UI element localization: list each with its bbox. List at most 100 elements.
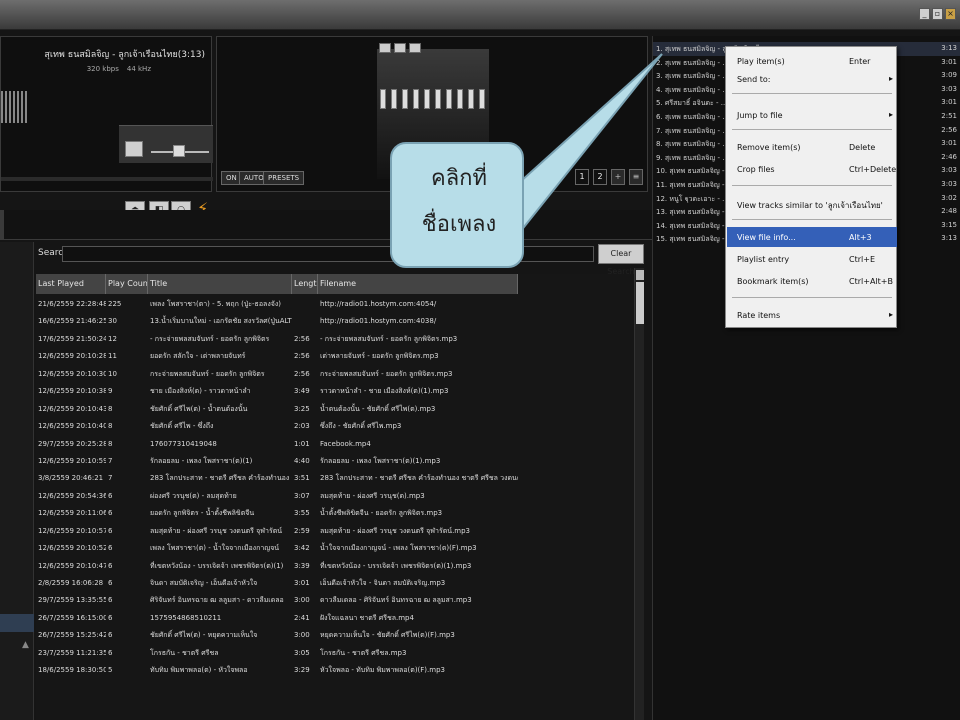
layout-add-icon[interactable]: + — [611, 169, 625, 185]
table-cell: 12/6/2559 20:11:06 — [38, 509, 106, 518]
table-row[interactable]: 12/6/2559 20:10:28 11 ยอดรัก สลักใจ - เต่า… — [36, 348, 638, 365]
table-cell: 2:41 — [294, 613, 310, 622]
table-cell: 4:40 — [294, 456, 310, 465]
table-row[interactable]: 12/6/2559 20:10:52 6 เพลง โพสราชา(ต) - น้ำ… — [36, 540, 638, 557]
table-row[interactable]: 12/6/2559 20:10:57 6 ลมสุดท้าย - ผ่องศรี ว… — [36, 523, 638, 540]
minimize-icon[interactable]: _ — [919, 8, 930, 20]
layout-list-icon[interactable]: ≡ — [629, 169, 643, 185]
table-cell: 16/6/2559 21:46:25 — [38, 317, 106, 326]
title-bar[interactable]: _ ▫ × — [0, 0, 960, 30]
menu-item-crop[interactable]: Crop files Ctrl+Delete — [727, 159, 897, 179]
table-cell: หัวใจพลอ - ทับทิม พิมพาพลอ(ต)(F).mp3 — [320, 666, 445, 675]
table-row[interactable]: 12/6/2559 20:10:38 9 ชาย เมืองสิงห์(ต) - ร… — [36, 383, 638, 400]
eq-band-slider[interactable] — [402, 89, 408, 109]
table-cell: 26/7/2559 16:15:00 — [38, 613, 106, 622]
playlist-item-title: 10. สุเทพ ธนสมิลจิญ - ... — [656, 167, 734, 176]
table-row[interactable]: 12/6/2559 20:10:40 8 ชัยศักดิ์ ศรีไพ - ซึ่… — [36, 418, 638, 435]
menu-item-label: Play item(s) — [737, 57, 785, 66]
col-length[interactable]: Length — [292, 274, 318, 294]
eq-band-slider[interactable] — [380, 89, 386, 109]
table-row[interactable]: 21/6/2559 22:28:48 225 เพลง โพสราชา(ตา) - … — [36, 296, 638, 313]
eq-band-slider[interactable] — [435, 89, 441, 109]
table-cell: เอ็นดีอเจ้าหัวใจ - จินดา สมบัติเจริญ.mp3 — [320, 579, 446, 587]
tree-selected-item[interactable] — [0, 614, 34, 632]
playlist-item-time: 3:02 — [941, 193, 957, 202]
eq-band-slider[interactable] — [391, 89, 397, 109]
menu-item-label: Crop files — [737, 165, 775, 174]
col-title[interactable]: Title — [148, 274, 292, 294]
table-cell: 6 — [108, 509, 113, 518]
close-icon[interactable]: × — [945, 8, 956, 20]
menu-item-view-file-info[interactable]: View file info... Alt+3 — [727, 227, 897, 247]
playlist-item-time: 3:09 — [941, 71, 957, 80]
eq-band-slider[interactable] — [479, 89, 485, 109]
eq-band-slider[interactable] — [468, 89, 474, 109]
table-row[interactable]: 3/8/2559 20:46:21 7 283 โลกประสาท - ชาตรี … — [36, 470, 638, 487]
table-cell: 3:51 — [294, 474, 310, 483]
clear-search-button[interactable]: Clear Search — [598, 244, 644, 276]
col-last-played[interactable]: Last Played — [36, 274, 106, 294]
menu-item-label: Jump to file — [737, 111, 783, 120]
table-row[interactable]: 2/8/2559 16:06:28 6 จินดา สมบัติเจริญ - เอ… — [36, 575, 638, 592]
table-cell: 23/7/2559 11:21:35 — [38, 648, 106, 657]
table-body: 21/6/2559 22:28:48 225 เพลง โพสราชา(ตา) - … — [36, 296, 638, 680]
menu-item-similar-tracks[interactable]: View tracks similar to 'ลูกเจ้าเรือนไทย' — [727, 193, 897, 213]
eq-toggle-icon[interactable] — [379, 43, 391, 53]
table-row[interactable]: 18/6/2559 18:30:50 5 ทับทิม พิมพาพลอ(ต) - … — [36, 662, 638, 679]
table-row[interactable]: 26/7/2559 15:25:42 6 ชัยศักดิ์ ศรีไพ(ต) - … — [36, 627, 638, 644]
layout-1-icon[interactable]: 1 — [575, 169, 589, 185]
restore-icon[interactable]: ▫ — [932, 8, 943, 20]
library-tab[interactable] — [0, 210, 4, 240]
col-filename[interactable]: Filename — [318, 274, 518, 294]
menu-item-playlist-entry[interactable]: Playlist entry Ctrl+E — [727, 249, 897, 269]
menu-item-jump-to-file[interactable]: Jump to file ▸ — [727, 105, 897, 125]
table-row[interactable]: 12/6/2559 20:11:06 6 ยอดรัก ลูกพิจิตร - น้… — [36, 505, 638, 522]
table-cell: 2:56 — [294, 352, 310, 361]
table-cell: ลมสุดท้าย - ผ่องศรี วรนุช(ต).mp3 — [320, 491, 425, 500]
scroll-up-icon[interactable] — [636, 270, 644, 280]
menu-item-send-to[interactable]: Send to: ▸ — [727, 69, 897, 89]
menu-item-bookmark[interactable]: Bookmark item(s) Ctrl+Alt+B — [727, 271, 897, 291]
eq-header-controls — [379, 43, 421, 53]
table-row[interactable]: 12/6/2559 20:54:36 6 ผ่องศรี วรนุช(ต) - ลม… — [36, 488, 638, 505]
playlist-item-time: 3:01 — [941, 57, 957, 66]
eq-band-slider[interactable] — [413, 89, 419, 109]
library-tree[interactable]: ▲ — [0, 242, 34, 720]
visualizer[interactable] — [1, 91, 27, 123]
speaker-icon[interactable] — [125, 141, 143, 157]
table-row[interactable]: 12/6/2559 20:10:59 7 รักลอยลม - เพลง โพสรา… — [36, 453, 638, 470]
menu-separator — [732, 297, 892, 298]
table-scrollbar[interactable] — [634, 268, 644, 720]
eq-mode-icon[interactable] — [394, 43, 406, 53]
seek-bar[interactable] — [1, 177, 213, 181]
table-row[interactable]: 12/6/2559 20:10:43 8 ชัยศักดิ์ ศรีไพ(ต) - … — [36, 401, 638, 418]
eq-preamp-icon[interactable] — [409, 43, 421, 53]
table-cell: 3:29 — [294, 666, 310, 675]
table-row[interactable]: 16/6/2559 21:46:25 30 13.น้ำเริ่มบานใหม่ -… — [36, 313, 638, 330]
eq-band-slider[interactable] — [457, 89, 463, 109]
up-arrow-icon[interactable]: ▲ — [22, 640, 29, 650]
table-row[interactable]: 23/7/2559 11:21:35 6 โกรธกัน - ชาตรี ศรีชล… — [36, 645, 638, 662]
menu-item-play[interactable]: Play item(s) Enter — [727, 51, 897, 71]
eq-band-slider[interactable] — [446, 89, 452, 109]
table-cell: 12/6/2559 20:10:38 — [38, 387, 106, 396]
table-cell: 11 — [108, 352, 117, 361]
table-row[interactable]: 29/7/2559 20:25:28 8 176077310419048 1:01 Fa… — [36, 436, 638, 453]
menu-item-label: Send to: — [737, 75, 771, 84]
volume-knob[interactable] — [173, 145, 185, 157]
menu-item-rate[interactable]: Rate items ▸ — [727, 305, 897, 325]
table-cell: ชาย เมืองสิงห์(ต) - ราวดาหน้าลำ — [150, 387, 251, 396]
table-row[interactable]: 12/6/2559 20:10:47 6 ที่เขตหวังน้อง - บรรเ… — [36, 558, 638, 575]
menu-item-remove[interactable]: Remove item(s) Delete — [727, 137, 897, 157]
eq-presets-tab[interactable]: PRESETS — [263, 171, 305, 185]
table-row[interactable]: 12/6/2559 20:10:30 10 กระจ่ายพลสมจันทร์ - … — [36, 366, 638, 383]
eq-band-slider[interactable] — [424, 89, 430, 109]
table-row[interactable]: 17/6/2559 21:50:24 12 - กระจ่ายพลสมจันทร์ … — [36, 331, 638, 348]
table-row[interactable]: 29/7/2559 13:35:55 6 ศิริจันทร์ อินทรฉาย ฒ… — [36, 592, 638, 609]
layout-2-icon[interactable]: 2 — [593, 169, 607, 185]
table-cell: 5 — [108, 666, 113, 675]
table-row[interactable]: 26/7/2559 16:15:00 6 1575954868510211 2:41 ฝ… — [36, 610, 638, 627]
col-play-count[interactable]: Play Count — [106, 274, 148, 294]
table-cell: ผ่องศรี วรนุช(ต) - ลมสุดท้าย — [150, 491, 237, 500]
scroll-thumb[interactable] — [636, 282, 644, 324]
